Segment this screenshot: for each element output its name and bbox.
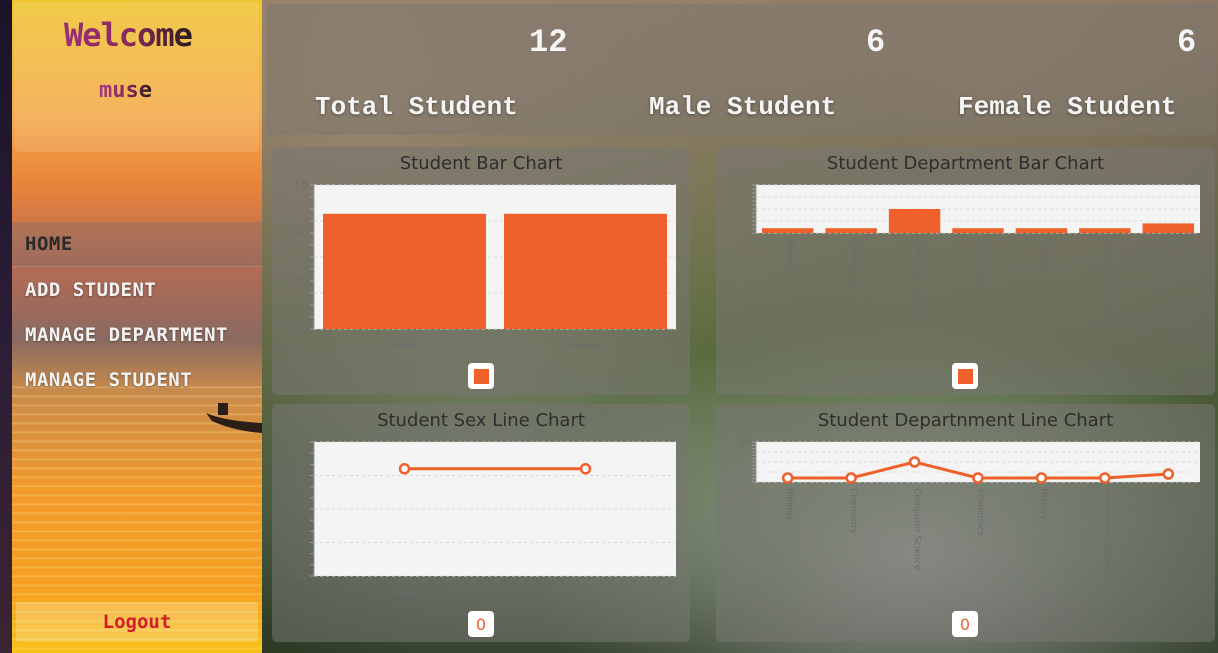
department-line-chart: 10 Biology Chemistry Computer Science Econom… — [739, 438, 1200, 578]
y-tick-label: 10 — [739, 438, 751, 448]
sex-line-chart: 0.0 2.5 5.0 7.5 Male Female — [294, 438, 676, 599]
nav-item-home[interactable]: HOME — [12, 222, 262, 267]
left-edge-strip — [0, 0, 12, 653]
x-tick-label: History — [1038, 488, 1048, 521]
x-tick-label: Female — [569, 589, 602, 599]
x-tick-label: Maths — [1165, 239, 1175, 267]
data-point — [908, 456, 921, 468]
data-point — [972, 472, 984, 484]
data-point — [1162, 468, 1175, 480]
legend-toggle[interactable] — [468, 363, 494, 389]
x-tick-label: Computer Science — [912, 239, 922, 322]
x-tick-label: Male — [394, 589, 416, 599]
student-bar-chart-card: Student Bar Chart 0.0 2.5 5.0 7.5 Male Female — [272, 147, 690, 395]
x-tick-label: Chemistry — [848, 488, 858, 535]
y-tick-label: 5.0 — [294, 229, 309, 239]
legend-toggle[interactable]: 0 — [468, 611, 494, 637]
data-point — [1099, 472, 1111, 484]
nav-item-manage-department[interactable]: MANAGE DEPARTMENT — [12, 312, 262, 357]
y-tick-label: 2.5 — [294, 527, 308, 537]
y-tick-label: 7.5 — [294, 438, 308, 448]
y-tick-label: 0.0 — [294, 572, 309, 582]
bar — [1015, 228, 1068, 233]
bar — [1079, 228, 1131, 233]
x-tick-label: Maths — [1165, 488, 1175, 516]
sidebar-nav: HOME ADD STUDENT MANAGE DEPARTMENT MANAG… — [12, 222, 262, 402]
male-student-label: Male Student — [649, 92, 837, 122]
y-tick-label: 2.5 — [294, 277, 308, 287]
bar — [888, 209, 941, 233]
bar — [504, 213, 667, 329]
student-bar-chart: 0.0 2.5 5.0 7.5 Male Female — [294, 181, 676, 352]
x-tick-label: Computer Science — [912, 488, 922, 571]
stats-panel: 12 Total Student 6 Male Student 6 Female… — [267, 4, 1216, 135]
data-point — [845, 472, 857, 484]
x-tick-label: Chemistry — [848, 239, 858, 286]
legend-toggle[interactable]: 0 — [952, 611, 978, 637]
welcome-title: Welcome — [64, 16, 193, 54]
bar — [825, 228, 877, 233]
logout-button[interactable]: Logout — [16, 602, 258, 642]
legend-label: 0 — [475, 614, 487, 634]
department-bar-chart-card: Student Department Bar Chart Biology Chem… — [716, 147, 1215, 395]
sex-line-chart-card: Student Sex Line Chart 0.0 2.5 5.0 7.5 Male F… — [272, 404, 690, 642]
data-point — [579, 463, 592, 475]
x-tick-label: Female — [569, 342, 602, 352]
bar — [762, 228, 814, 233]
bar — [323, 213, 486, 329]
y-tick-label: 7.5 — [294, 181, 308, 191]
x-tick-label: Information Science — [1102, 488, 1112, 578]
female-student-count: 6 — [1177, 24, 1197, 61]
department-line-chart-card: Student Departnment Line Chart 10 Biology… — [716, 404, 1215, 642]
welcome-panel: Welcome muse — [14, 2, 259, 152]
department-bar-chart: Biology Chemistry Computer Science Economic… — [752, 184, 1200, 329]
total-student-count: 12 — [529, 24, 568, 61]
x-tick-label: History — [1038, 239, 1048, 272]
total-student-label: Total Student — [315, 92, 518, 122]
data-point — [781, 472, 794, 484]
x-tick-label: Biology — [785, 239, 795, 273]
legend-label: 0 — [959, 614, 971, 634]
x-tick-label: Economics — [975, 488, 985, 537]
x-tick-label: Biology — [785, 488, 795, 522]
male-student-count: 6 — [866, 24, 886, 61]
x-tick-label: Economics — [975, 239, 985, 288]
legend-swatch — [957, 368, 973, 384]
y-tick-label: 5.0 — [294, 483, 309, 493]
data-point — [398, 463, 411, 475]
y-tick-label: 0.0 — [294, 325, 309, 335]
x-tick-label: Male — [394, 342, 416, 352]
female-student-label: Female Student — [958, 92, 1177, 122]
x-tick-label: Information Science — [1102, 239, 1112, 329]
legend-toggle[interactable] — [952, 363, 978, 389]
nav-item-add-student[interactable]: ADD STUDENT — [12, 267, 262, 312]
data-point — [1035, 472, 1048, 484]
sidebar: Welcome muse HOME ADD STUDENT MANAGE DEP… — [12, 0, 262, 653]
username-label: muse — [99, 78, 152, 103]
nav-item-manage-student[interactable]: MANAGE STUDENT — [12, 357, 262, 402]
bar — [1142, 223, 1194, 233]
bar — [952, 228, 1004, 233]
legend-swatch — [473, 368, 489, 384]
